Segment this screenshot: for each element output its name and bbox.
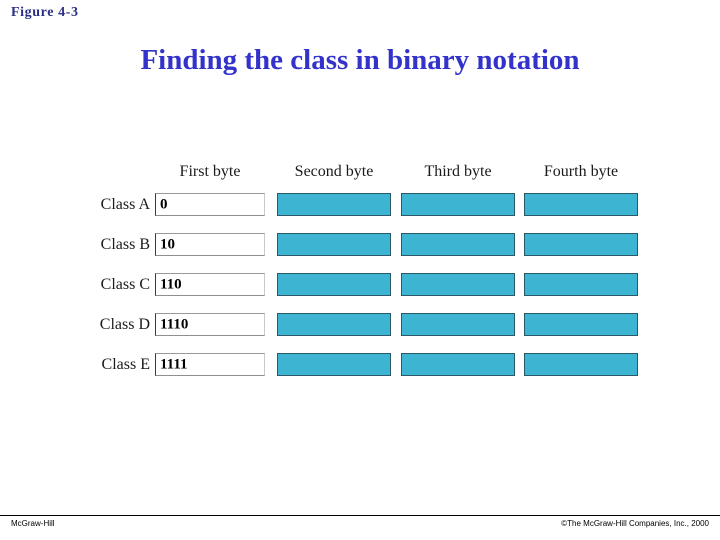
binary-class-diagram: First byte Second byte Third byte Fourth by… [0,0,720,540]
byte-box-r3-c4 [524,273,638,296]
footer-divider [0,515,720,516]
footer-publisher: McGraw-Hill [11,519,55,528]
byte-box-r5-c3 [401,353,515,376]
byte-box-r3-c3 [401,273,515,296]
first-byte-box-1: 0 [155,193,265,216]
first-byte-value-1: 0 [160,196,168,212]
byte-box-r1-c3 [401,193,515,216]
first-byte-value-4: 1110 [160,316,189,332]
first-byte-value-5: 1111 [160,356,188,372]
first-byte-value-2: 10 [160,236,175,252]
byte-box-r2-c2 [277,233,391,256]
row-label-3: Class C [100,276,150,293]
byte-box-r1-c2 [277,193,391,216]
first-byte-box-4: 1110 [155,313,265,336]
byte-box-r1-c4 [524,193,638,216]
byte-box-r5-c2 [277,353,391,376]
column-header-3: Third byte [424,163,492,180]
column-header-2: Second byte [294,163,374,180]
row-label-4: Class D [99,316,150,333]
row-label-2: Class B [100,236,150,253]
byte-box-r4-c2 [277,313,391,336]
byte-box-r4-c4 [524,313,638,336]
row-label-5: Class E [101,356,150,373]
footer-copyright: ©The McGraw-Hill Companies, Inc., 2000 [561,519,709,528]
byte-box-r4-c3 [401,313,515,336]
byte-box-r2-c4 [524,233,638,256]
byte-box-r3-c2 [277,273,391,296]
byte-box-r2-c3 [401,233,515,256]
first-byte-box-3: 110 [155,273,265,296]
byte-box-r5-c4 [524,353,638,376]
row-label-1: Class A [100,196,150,213]
first-byte-box-2: 10 [155,233,265,256]
column-header-4: Fourth byte [543,163,619,180]
first-byte-box-5: 1111 [155,353,265,376]
first-byte-value-3: 110 [160,276,182,292]
column-header-1: First byte [179,163,241,180]
